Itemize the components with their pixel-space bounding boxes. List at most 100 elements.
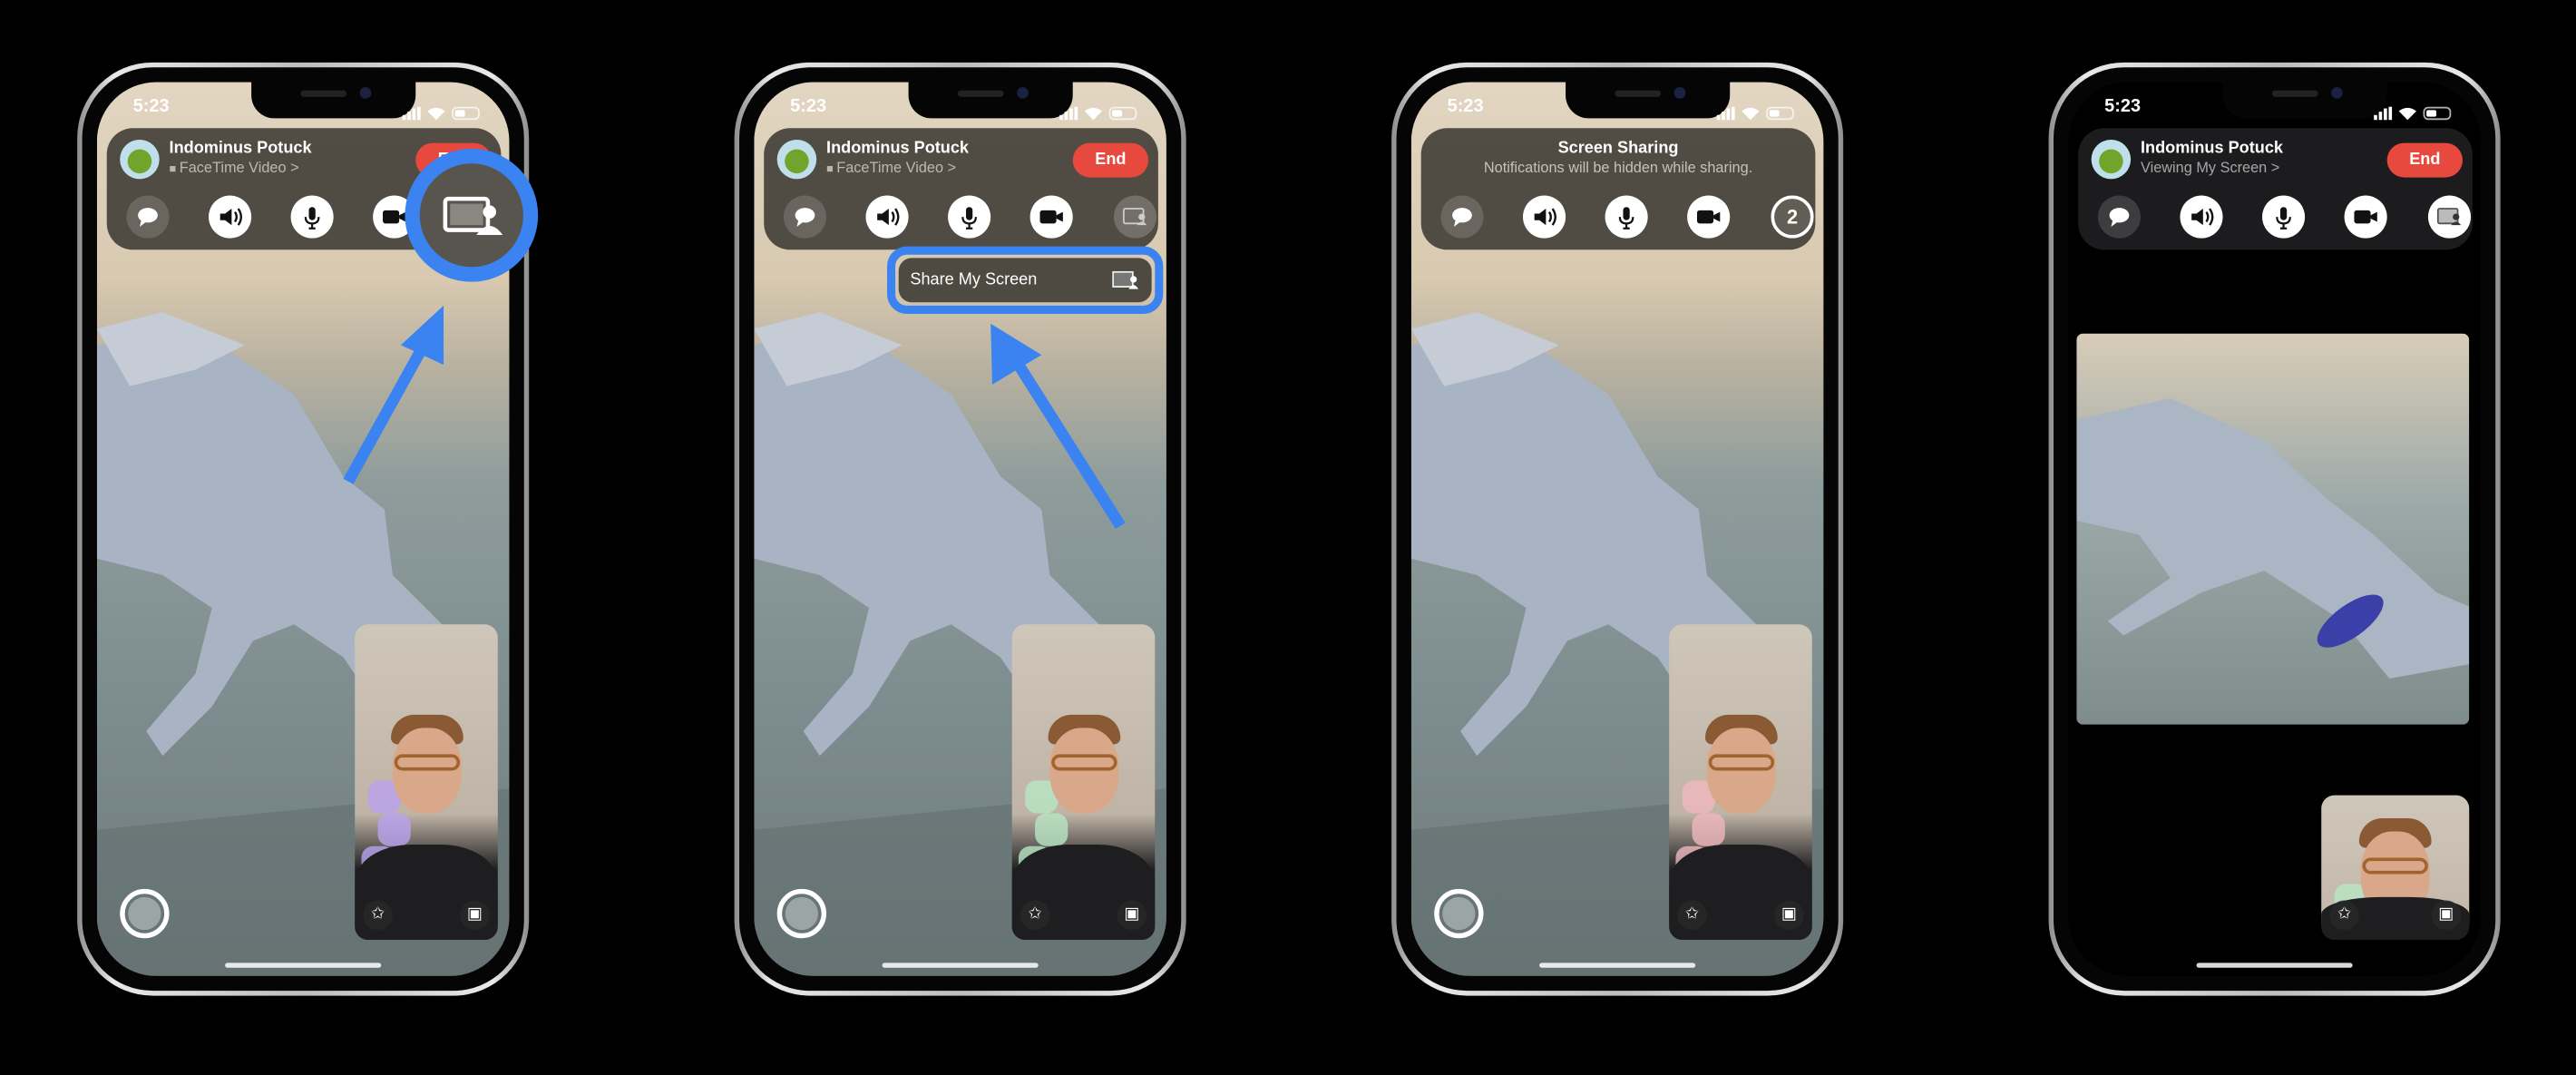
shared-screen-preview	[2076, 333, 2470, 725]
status-time: 5:23	[1447, 96, 1484, 117]
live-photo-shutter-button[interactable]	[120, 888, 170, 939]
share-screen-icon	[465, 204, 492, 230]
caller-name: Indominus Potuck	[169, 139, 312, 158]
share-screen-icon	[2436, 204, 2463, 230]
speaker-icon	[2189, 204, 2215, 230]
effects-star-icon[interactable]: ✩	[1020, 900, 1050, 931]
call-status-link[interactable]: ■ FaceTime Video >	[826, 160, 956, 176]
status-time: 5:23	[2104, 96, 2142, 117]
camera-button[interactable]	[373, 195, 416, 239]
person-glasses	[393, 754, 460, 771]
effects-star-icon[interactable]: ✩	[2329, 900, 2359, 931]
status-icons	[2374, 99, 2452, 129]
person-glasses	[2362, 857, 2428, 875]
caller-avatar[interactable]	[120, 139, 160, 180]
speaker-icon	[874, 204, 901, 230]
call-controls-panel: Indominus Potuck Viewing My Screen > End	[2078, 128, 2473, 250]
camera-button[interactable]	[1029, 195, 1073, 239]
microphone-button[interactable]	[1605, 195, 1648, 239]
chat-icon	[792, 204, 818, 230]
person-glasses	[1050, 754, 1117, 771]
effects-star-icon[interactable]: ✩	[363, 900, 393, 931]
call-status-link[interactable]: ■ FaceTime Video >	[170, 160, 299, 176]
speaker-button[interactable]	[1522, 195, 1566, 239]
status-icons	[1059, 99, 1137, 129]
self-view-video[interactable]: ✩ ▣	[2321, 795, 2470, 941]
camera-button[interactable]	[1687, 195, 1731, 239]
chat-button[interactable]	[126, 195, 170, 239]
camera-icon	[381, 204, 407, 230]
status-time: 5:23	[790, 96, 827, 117]
phone-screen: 5:23 Indominus Potuck ■ FaceTime Video > En…	[754, 82, 1166, 976]
wifi-icon	[427, 99, 445, 129]
chat-icon	[1449, 204, 1475, 230]
video-icon: ■	[169, 164, 180, 176]
home-indicator[interactable]	[2196, 963, 2353, 968]
call-status-link[interactable]: Viewing My Screen >	[2141, 160, 2279, 176]
phone-screen: 5:23 Indominus Potuck Viewing My Screen > E…	[2068, 82, 2481, 976]
camera-button[interactable]	[2344, 195, 2387, 239]
battery-icon	[1766, 106, 1794, 121]
caller-avatar[interactable]	[776, 139, 817, 180]
live-photo-shutter-button[interactable]	[1434, 888, 1484, 939]
cellular-signal-icon	[2374, 106, 2393, 121]
microphone-button[interactable]	[2262, 195, 2306, 239]
status-icons	[402, 99, 480, 129]
home-indicator[interactable]	[1539, 963, 1696, 968]
caller-avatar[interactable]	[2091, 139, 2132, 180]
wifi-icon	[1084, 99, 1103, 129]
live-photo-shutter-button[interactable]	[776, 888, 827, 939]
camera-icon	[1695, 204, 1722, 230]
self-view-video[interactable]: ✩ ▣	[355, 624, 498, 941]
flip-camera-icon[interactable]: ▣	[2431, 900, 2462, 931]
self-view-video[interactable]: ✩ ▣	[1669, 624, 1812, 941]
chat-icon	[2106, 204, 2132, 230]
speaker-button[interactable]	[2180, 195, 2223, 239]
speaker-button[interactable]	[209, 195, 252, 239]
chat-button[interactable]	[1440, 195, 1484, 239]
end-call-button[interactable]: End	[1072, 142, 1149, 178]
chat-button[interactable]	[783, 195, 827, 239]
speaker-icon	[217, 204, 243, 230]
camera-icon	[1039, 204, 1065, 230]
call-controls-panel: Indominus Potuck ■ FaceTime Video > End	[764, 128, 1158, 250]
share-screen-button[interactable]	[2427, 195, 2472, 239]
call-status-text: FaceTime Video >	[836, 159, 957, 176]
self-view-video[interactable]: ✩ ▣	[1011, 624, 1156, 941]
countdown-indicator[interactable]: 2	[1771, 195, 1814, 239]
person-glasses	[1707, 754, 1774, 771]
flip-camera-icon[interactable]: ▣	[460, 900, 490, 931]
microphone-button[interactable]	[948, 195, 991, 239]
phone-screen: 5:23 Screen Sharing Notifications will be …	[1410, 82, 1824, 976]
call-status-text: Viewing My Screen >	[2140, 159, 2280, 176]
microphone-button[interactable]	[290, 195, 334, 239]
wifi-icon	[2398, 99, 2416, 129]
cellular-signal-icon	[1059, 106, 1078, 121]
end-call-button[interactable]: End	[415, 142, 492, 178]
iphone-2: 5:23 Indominus Potuck ■ FaceTime Video > En…	[734, 62, 1186, 996]
flip-camera-icon[interactable]: ▣	[1774, 900, 1804, 931]
chat-button[interactable]	[2097, 195, 2141, 239]
iphone-3: 5:23 Screen Sharing Notifications will be …	[1391, 62, 1844, 996]
share-screen-button[interactable]	[456, 195, 500, 239]
home-indicator[interactable]	[882, 963, 1039, 968]
notch	[2222, 82, 2387, 119]
speaker-button[interactable]	[865, 195, 909, 239]
iphone-1: 5:23 Indominus Potuck ■ FaceTime Video > En…	[77, 62, 530, 996]
end-call-button[interactable]: End	[2386, 142, 2463, 178]
flip-camera-icon[interactable]: ▣	[1117, 900, 1147, 931]
effects-star-icon[interactable]: ✩	[1677, 900, 1707, 931]
background-tile	[1035, 813, 1068, 846]
status-time: 5:23	[132, 96, 170, 117]
speaker-icon	[1531, 204, 1557, 230]
notch	[1566, 82, 1731, 119]
share-screen-button[interactable]	[1113, 195, 1157, 239]
microphone-icon	[956, 204, 982, 230]
call-controls-panel: Indominus Potuck ■ FaceTime Video > End	[106, 128, 502, 250]
home-indicator[interactable]	[225, 963, 382, 968]
call-controls-panel: Screen Sharing Notifications will be hidd…	[1420, 128, 1816, 250]
background-tile	[1692, 813, 1725, 846]
camera-icon	[2353, 204, 2379, 230]
share-my-screen-menu-item[interactable]: Share My Screen	[898, 258, 1152, 303]
microphone-icon	[1614, 204, 1640, 230]
